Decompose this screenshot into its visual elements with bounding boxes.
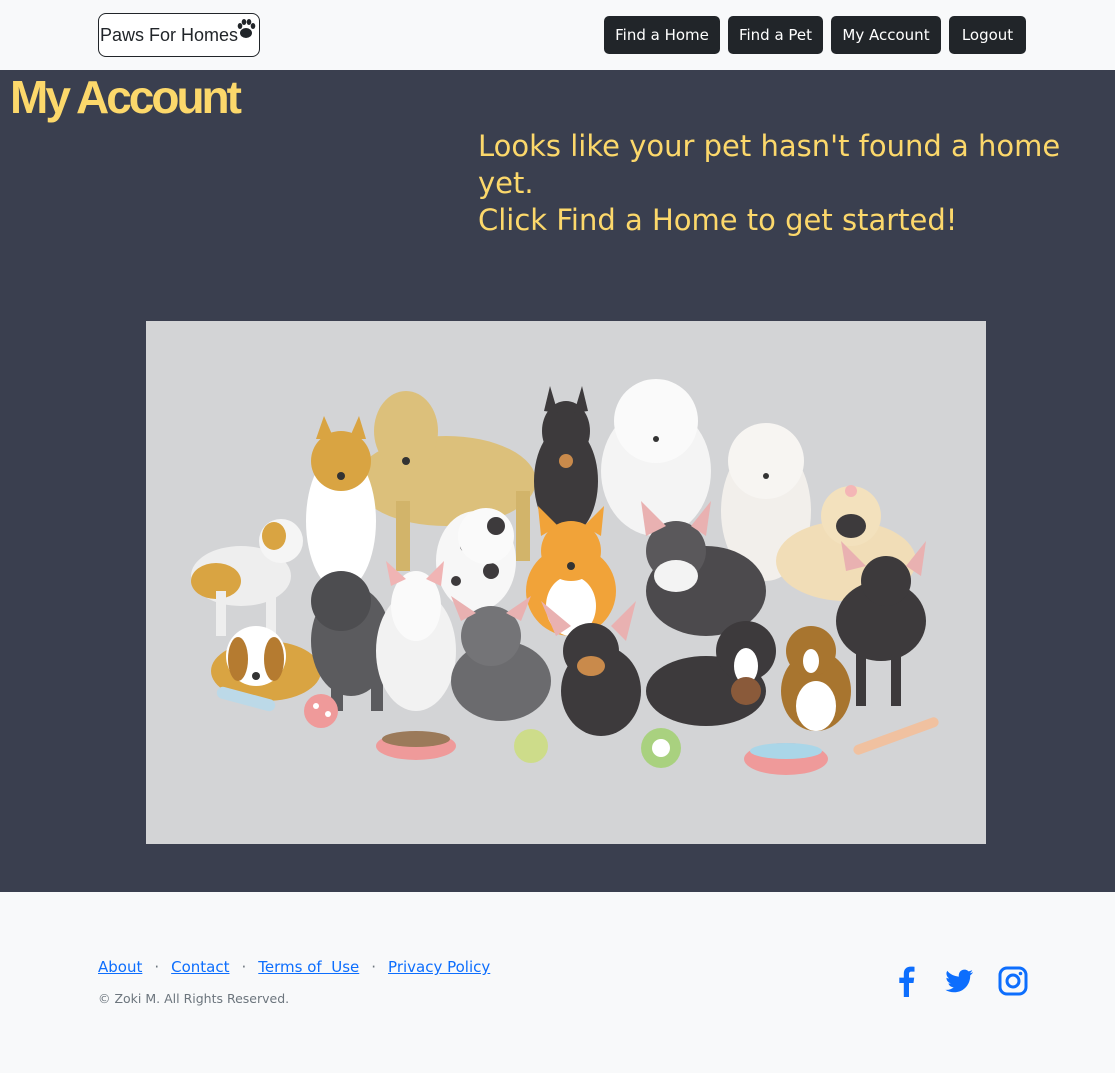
- about-link[interactable]: About: [98, 958, 142, 976]
- find-a-home-button[interactable]: Find a Home: [604, 16, 720, 54]
- privacy-policy-link[interactable]: Privacy Policy: [388, 958, 490, 976]
- brand-name: Paws For Homes: [100, 24, 239, 45]
- copyright-text: © Zoki M. All Rights Reserved.: [98, 991, 290, 1006]
- footer: About · Contact · Terms of Use · Privacy Polic…: [0, 892, 1115, 1073]
- page-title: My Account: [10, 71, 242, 123]
- message-line-1: Looks like your pet hasn't found a home …: [478, 129, 1061, 200]
- instagram-icon[interactable]: [997, 965, 1029, 997]
- jack-russell-dog-illustration: [191, 519, 303, 636]
- corgi-dog-illustration: [526, 506, 616, 636]
- terms-of-use-link[interactable]: Terms of Use: [258, 958, 359, 976]
- footer-separator: ·: [371, 958, 377, 976]
- facebook-icon[interactable]: [890, 965, 922, 997]
- footer-links: About · Contact · Terms of Use · Privacy Polic…: [98, 958, 490, 976]
- footer-separator: ·: [241, 958, 247, 976]
- my-account-button[interactable]: My Account: [831, 16, 941, 54]
- no-home-message: Looks like your pet hasn't found a home …: [478, 128, 1078, 239]
- shiba-dog-illustration: [306, 416, 376, 591]
- message-line-2: Click Find a Home to get started!: [478, 203, 958, 237]
- twitter-icon[interactable]: [943, 965, 975, 997]
- contact-link[interactable]: Contact: [171, 958, 229, 976]
- paw-icon: [237, 19, 256, 38]
- logout-button[interactable]: Logout: [949, 16, 1026, 54]
- footer-separator: ·: [154, 958, 160, 976]
- navbar: Paws For Homes Find a Home Find a Pet My…: [0, 0, 1115, 70]
- brand-logo-link[interactable]: Paws For Homes: [98, 13, 260, 57]
- poodle-dog-illustration: [601, 379, 711, 536]
- dogs-illustration: [146, 321, 986, 844]
- papillon-dog-illustration: [781, 626, 851, 731]
- find-a-pet-button[interactable]: Find a Pet: [728, 16, 823, 54]
- boston-terrier-dog-illustration: [646, 621, 776, 726]
- account-main-section: My Account Looks like your pet hasn't fo…: [0, 70, 1115, 892]
